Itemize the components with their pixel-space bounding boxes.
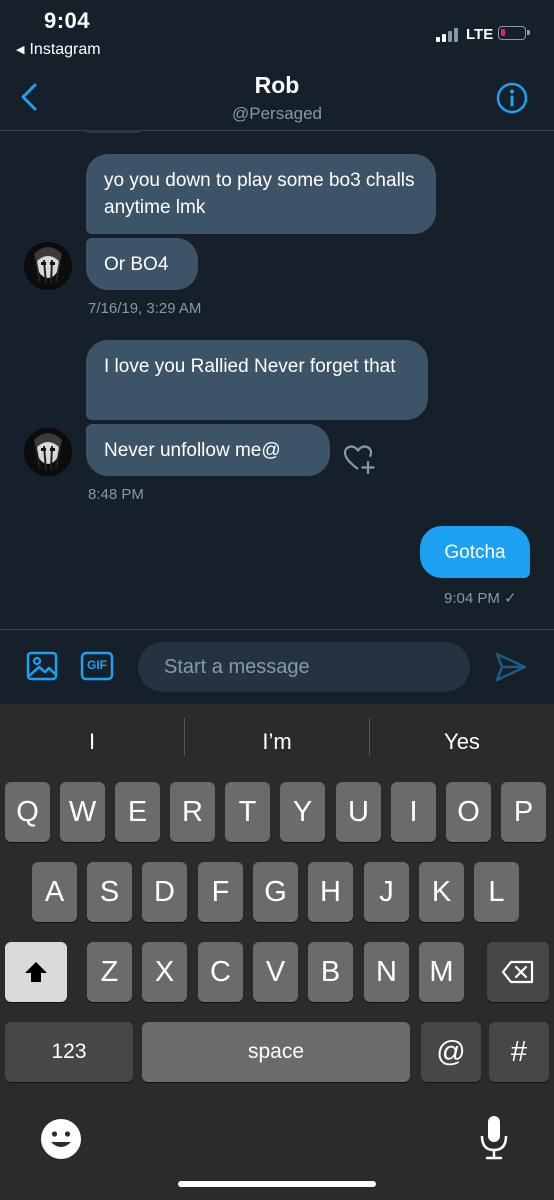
incoming-message-bubble[interactable]: Or BO4 <box>86 238 198 290</box>
incoming-message-bubble[interactable]: I love you Rallied Never forget that <box>86 340 428 420</box>
key-p[interactable]: P <box>501 782 546 842</box>
composer-divider <box>0 629 554 630</box>
key-r[interactable]: R <box>170 782 215 842</box>
gif-button[interactable]: GIF <box>80 650 114 682</box>
message-timestamp: 9:04 PM ✓ <box>444 590 517 607</box>
key-y[interactable]: Y <box>280 782 325 842</box>
scroll-indicator <box>86 130 140 133</box>
like-heart-icon[interactable] <box>342 442 376 476</box>
conversation-handle: @Persaged <box>231 104 323 123</box>
avatar[interactable] <box>24 428 72 476</box>
key-g[interactable]: G <box>253 862 298 922</box>
key-d[interactable]: D <box>142 862 187 922</box>
microphone-icon[interactable] <box>478 1114 510 1162</box>
key-v[interactable]: V <box>253 942 298 1002</box>
shift-key[interactable] <box>5 942 67 1002</box>
signal-icon <box>436 28 462 42</box>
incoming-message-bubble[interactable]: yo you down to play some bo3 challs anyt… <box>86 154 436 234</box>
battery-icon <box>498 26 530 40</box>
key-w[interactable]: W <box>60 782 105 842</box>
key-i[interactable]: I <box>391 782 436 842</box>
key-q[interactable]: Q <box>5 782 50 842</box>
back-triangle-icon: ◀ <box>16 44 25 56</box>
message-timestamp: 8:48 PM <box>88 486 144 503</box>
network-label: LTE <box>466 26 494 43</box>
key-e[interactable]: E <box>115 782 160 842</box>
backspace-icon <box>501 960 534 984</box>
info-icon[interactable] <box>496 82 528 114</box>
key-f[interactable]: F <box>198 862 243 922</box>
incoming-message-bubble[interactable]: Never unfollow me@ <box>86 424 330 476</box>
key-l[interactable]: L <box>474 862 519 922</box>
shift-arrow-icon <box>25 962 47 982</box>
message-timestamp: 7/16/19, 3:29 AM <box>88 300 202 317</box>
status-time: 9:04 <box>44 8 91 33</box>
key-m[interactable]: M <box>419 942 464 1002</box>
prediction-suggestion[interactable]: Yes <box>370 704 554 778</box>
key-b[interactable]: B <box>308 942 353 1002</box>
outgoing-message-bubble[interactable]: Gotcha <box>420 526 530 578</box>
key-j[interactable]: J <box>364 862 409 922</box>
key-k[interactable]: K <box>419 862 464 922</box>
key-s[interactable]: S <box>87 862 132 922</box>
message-input[interactable] <box>138 642 470 692</box>
emoji-icon[interactable] <box>40 1118 82 1160</box>
send-icon[interactable] <box>494 650 528 684</box>
key-h[interactable]: H <box>308 862 353 922</box>
at-key[interactable]: @ <box>421 1022 481 1082</box>
numbers-key[interactable]: 123 <box>5 1022 133 1082</box>
prediction-suggestion[interactable]: I <box>0 704 184 778</box>
image-icon[interactable] <box>26 650 58 682</box>
prediction-suggestion[interactable]: I’m <box>185 704 369 778</box>
key-u[interactable]: U <box>336 782 381 842</box>
conversation-title: Rob <box>254 72 300 98</box>
gif-label: GIF <box>87 658 107 672</box>
key-n[interactable]: N <box>364 942 409 1002</box>
back-app-label: Instagram <box>29 41 101 58</box>
key-o[interactable]: O <box>446 782 491 842</box>
key-z[interactable]: Z <box>87 942 132 1002</box>
key-a[interactable]: A <box>32 862 77 922</box>
home-indicator[interactable] <box>178 1181 376 1187</box>
key-t[interactable]: T <box>225 782 270 842</box>
key-x[interactable]: X <box>142 942 187 1002</box>
header-divider <box>0 130 554 131</box>
space-key[interactable]: space <box>142 1022 410 1082</box>
hash-key[interactable]: # <box>489 1022 549 1082</box>
back-to-app-link[interactable]: ◀ Instagram <box>16 41 101 59</box>
key-c[interactable]: C <box>198 942 243 1002</box>
backspace-key[interactable] <box>487 942 549 1002</box>
avatar[interactable] <box>24 242 72 290</box>
